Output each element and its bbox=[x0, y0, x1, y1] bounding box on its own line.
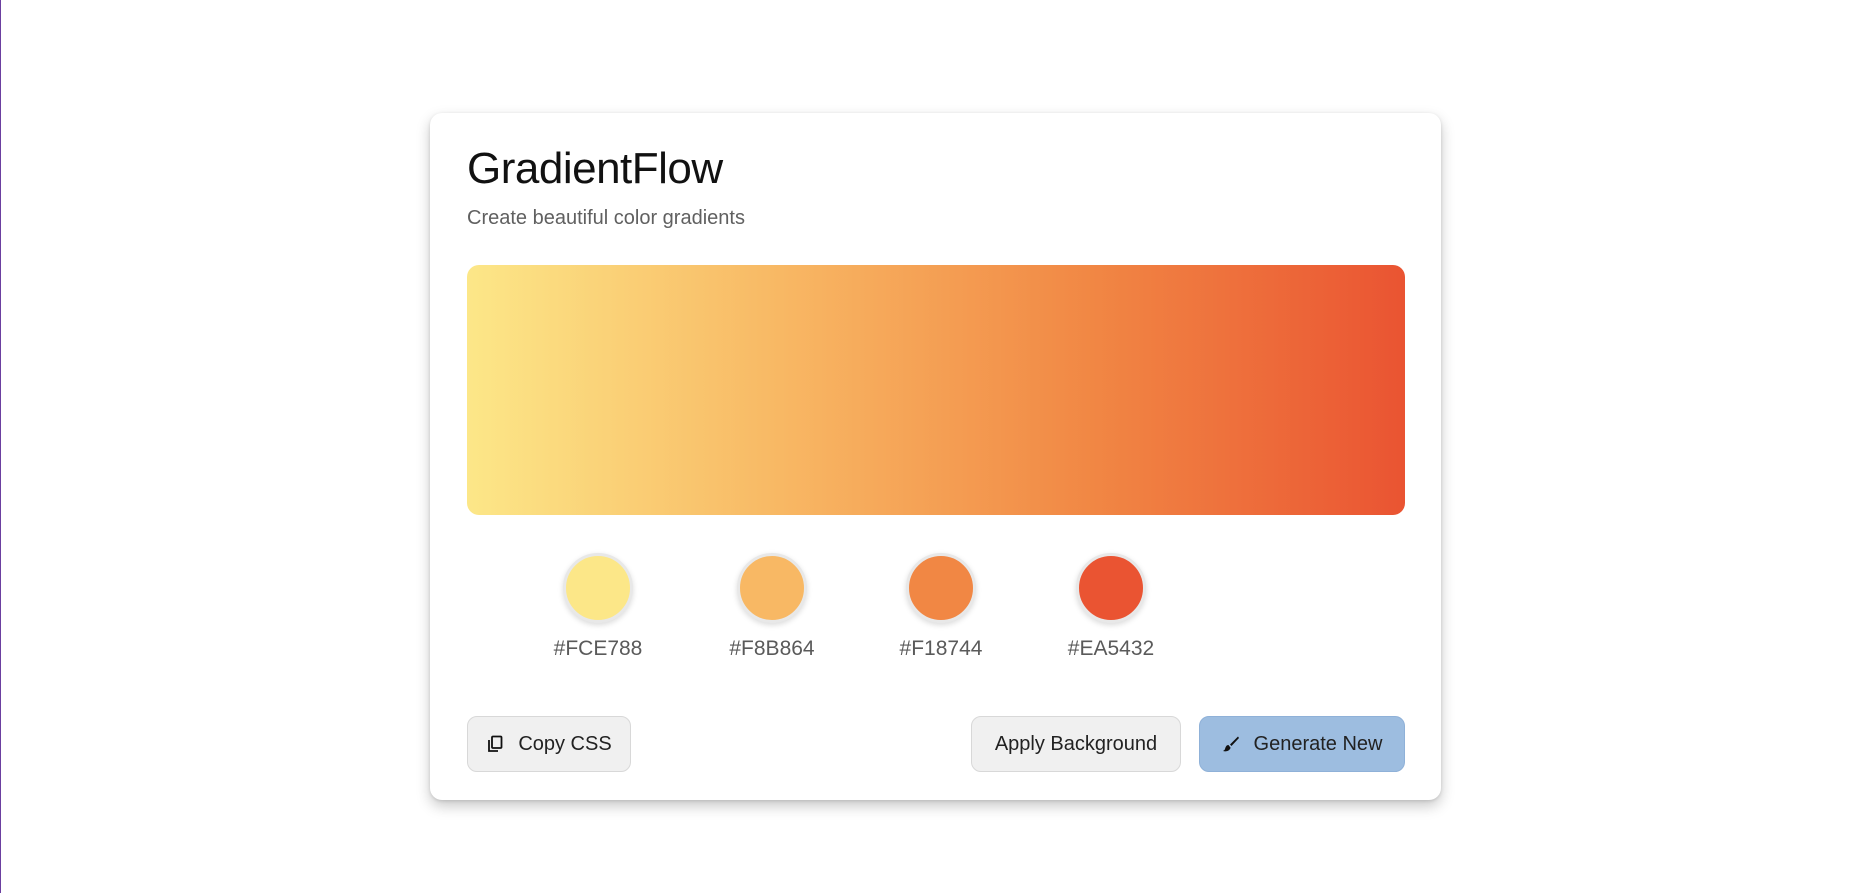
copy-css-label: Copy CSS bbox=[518, 732, 612, 755]
copy-css-button[interactable]: Copy CSS bbox=[467, 716, 631, 772]
color-circle[interactable] bbox=[1076, 553, 1146, 623]
color-swatches: #FCE788 #F8B864 #F18744 #EA5432 bbox=[430, 553, 1441, 673]
swatch-1: #FCE788 bbox=[528, 553, 668, 661]
swatch-4: #EA5432 bbox=[1041, 553, 1181, 661]
generate-new-button[interactable]: Generate New bbox=[1199, 716, 1405, 772]
swatch-2: #F8B864 bbox=[702, 553, 842, 661]
color-circle[interactable] bbox=[737, 553, 807, 623]
app-title: GradientFlow bbox=[467, 144, 723, 193]
window-edge bbox=[0, 0, 1, 893]
color-hex-label: #F18744 bbox=[899, 637, 983, 660]
color-circle[interactable] bbox=[906, 553, 976, 623]
gradient-card: GradientFlow Create beautiful color grad… bbox=[430, 113, 1441, 800]
copy-icon bbox=[486, 735, 504, 753]
color-hex-label: #EA5432 bbox=[1067, 637, 1155, 660]
app-subtitle: Create beautiful color gradients bbox=[467, 207, 745, 229]
generate-new-label: Generate New bbox=[1253, 732, 1383, 755]
apply-background-label: Apply Background bbox=[994, 732, 1158, 755]
color-hex-label: #FCE788 bbox=[553, 637, 643, 660]
color-hex-label: #F8B864 bbox=[729, 637, 815, 660]
brush-icon bbox=[1222, 735, 1240, 753]
swatch-3: #F18744 bbox=[871, 553, 1011, 661]
gradient-preview bbox=[467, 265, 1405, 515]
color-circle[interactable] bbox=[563, 553, 633, 623]
apply-background-button[interactable]: Apply Background bbox=[971, 716, 1181, 772]
